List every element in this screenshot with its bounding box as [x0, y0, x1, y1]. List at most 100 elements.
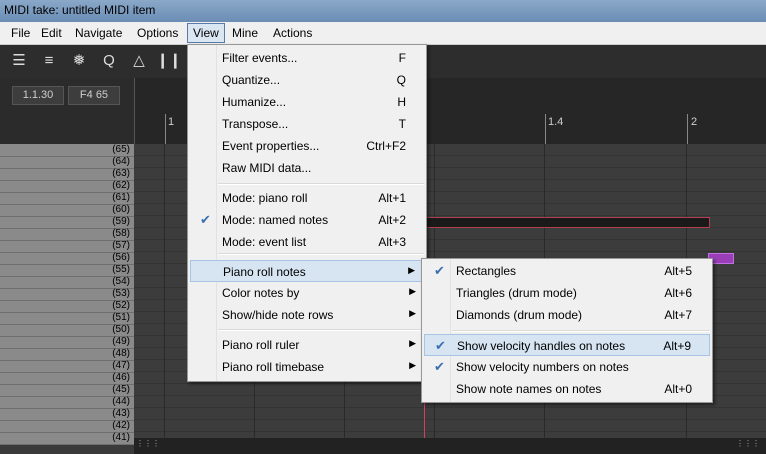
- submenu-arrow-icon: ▶: [409, 286, 416, 296]
- keyboard-row-label: (45): [112, 384, 130, 395]
- view-menu-item[interactable]: Quantize... Q: [190, 69, 424, 91]
- menu-view[interactable]: View: [187, 23, 225, 43]
- submenu-arrow-icon: ▶: [409, 338, 416, 348]
- view-menu-item-label: Piano roll ruler: [222, 338, 300, 352]
- view-menu-item[interactable]: ✔ Mode: named notes Alt+2: [190, 209, 424, 231]
- notes-submenu-item[interactable]: Show note names on notes Alt+0: [424, 378, 710, 400]
- view-menu-item[interactable]: Piano roll timebase ▶: [190, 356, 424, 378]
- notes-submenu-item[interactable]: Diamonds (drum mode) Alt+7: [424, 304, 710, 326]
- scroll-grip-icon[interactable]: ⋮⋮⋮: [736, 440, 760, 448]
- view-menu-item-shortcut: T: [398, 117, 406, 131]
- keyboard-row-label: (44): [112, 396, 130, 407]
- view-menu-item[interactable]: Mode: piano roll Alt+1: [190, 187, 424, 209]
- keyboard-row-label: (58): [112, 228, 130, 239]
- scroll-grip-icon[interactable]: ⋮⋮⋮: [136, 440, 160, 448]
- keyboard-row-label: (55): [112, 264, 130, 275]
- keyboard-row-label: (49): [112, 336, 130, 347]
- notes-submenu-item-shortcut: Alt+9: [663, 339, 691, 353]
- menu-edit[interactable]: Edit: [36, 24, 67, 42]
- menu-separator: [218, 329, 424, 331]
- view-menu-item[interactable]: Transpose... T: [190, 113, 424, 135]
- menu-bar: File Edit Navigate Options View Mine Act…: [0, 22, 766, 45]
- ruler-mark: 1.4: [548, 116, 564, 128]
- view-menu-item-shortcut: F: [398, 51, 406, 65]
- notes-submenu-item-label: Show note names on notes: [456, 382, 602, 396]
- notes-submenu-item-label: Show velocity handles on notes: [457, 339, 626, 353]
- position-display: 1.1.30: [12, 86, 64, 105]
- keyboard-row-label: (43): [112, 408, 130, 419]
- notes-submenu-item[interactable]: ✔ Show velocity handles on notes Alt+9: [424, 334, 710, 356]
- title-bar: MIDI take: untitled MIDI item: [0, 0, 766, 22]
- checkmark-icon: ✔: [200, 212, 211, 227]
- notes-submenu-item[interactable]: ✔ Show velocity numbers on notes: [424, 356, 710, 378]
- checkmark-icon: ✔: [434, 359, 445, 374]
- view-menu-item[interactable]: Mode: event list Alt+3: [190, 231, 424, 253]
- keyboard-row-label: (51): [112, 312, 130, 323]
- view-menu-item-shortcut: Q: [396, 73, 406, 87]
- keyboard-row-label: (54): [112, 276, 130, 287]
- notes-submenu-item-label: Triangles (drum mode): [456, 286, 577, 300]
- menu-navigate[interactable]: Navigate: [70, 24, 127, 42]
- ruler-tick: [165, 114, 166, 144]
- menu-mine[interactable]: Mine: [227, 24, 263, 42]
- align-icon[interactable]: ≡: [36, 49, 62, 73]
- view-menu-item-label: Filter events...: [222, 51, 298, 65]
- dice-icon[interactable]: ❅: [66, 49, 92, 73]
- view-menu-item-label: Show/hide note rows: [222, 308, 334, 322]
- keyboard-row-label: (64): [112, 156, 130, 167]
- triangle-icon[interactable]: △: [126, 49, 152, 73]
- view-menu-item-label: Raw MIDI data...: [222, 161, 312, 175]
- view-menu-item[interactable]: Event properties... Ctrl+F2: [190, 135, 424, 157]
- view-menu-item[interactable]: Piano roll ruler ▶: [190, 334, 424, 356]
- menu-file[interactable]: File: [6, 24, 35, 42]
- view-menu-item[interactable]: Raw MIDI data...: [190, 157, 424, 179]
- view-menu-item[interactable]: Piano roll notes ▶: [190, 260, 424, 282]
- notes-submenu-item-label: Show velocity numbers on notes: [456, 360, 629, 374]
- view-menu-item-label: Quantize...: [222, 73, 281, 87]
- view-menu-item-label: Mode: event list: [222, 235, 307, 249]
- checkmark-icon: ✔: [435, 338, 446, 353]
- view-menu-item-label: Mode: named notes: [222, 213, 329, 227]
- notes-submenu-item-shortcut: Alt+0: [664, 382, 692, 396]
- keyboard-row-label: (57): [112, 240, 130, 251]
- piano-keyboard[interactable]: (65) (64) (63) (62) (61) (60) (59) (58) (57) (56)…: [0, 144, 134, 445]
- view-menu-item[interactable]: Humanize... H: [190, 91, 424, 113]
- menu-options[interactable]: Options: [132, 24, 183, 42]
- ruler-mark: 2: [691, 116, 698, 128]
- notes-submenu-item-shortcut: Alt+5: [664, 264, 692, 278]
- keyboard-row-label: (46): [112, 372, 130, 383]
- keyboard-row-label: (65): [112, 144, 130, 155]
- notes-submenu-item[interactable]: Triangles (drum mode) Alt+6: [424, 282, 710, 304]
- menu-separator: [218, 253, 424, 255]
- keyboard-row-label: (47): [112, 360, 130, 371]
- horizontal-scrollbar[interactable]: ⋮⋮⋮ ⋮⋮⋮: [134, 438, 766, 454]
- keyboard-row-label: (42): [112, 420, 130, 431]
- view-menu-item-label: Color notes by: [222, 286, 300, 300]
- view-menu-item-shortcut: Alt+1: [378, 191, 406, 205]
- menu-actions[interactable]: Actions: [268, 24, 317, 42]
- keyboard-row[interactable]: (41): [0, 432, 134, 445]
- keyboard-row-label: (50): [112, 324, 130, 335]
- keyboard-row-label: (53): [112, 288, 130, 299]
- note-display: F4 65: [68, 86, 120, 105]
- keyboard-row-label: (62): [112, 180, 130, 191]
- view-menu-item[interactable]: Filter events... F: [190, 47, 424, 69]
- keyboard-row-label: (41): [112, 432, 130, 443]
- ruler-mark: 1: [168, 116, 175, 128]
- quantize-icon[interactable]: Q: [96, 49, 122, 73]
- keyboard-row-label: (56): [112, 252, 130, 263]
- keyboard-row-label: (61): [112, 192, 130, 203]
- list-view-icon[interactable]: ☰: [6, 49, 32, 73]
- bars-icon[interactable]: ❙❙: [156, 49, 182, 73]
- notes-submenu-item[interactable]: ✔ Rectangles Alt+5: [424, 260, 710, 282]
- ruler-tick: [687, 114, 688, 144]
- notes-submenu-item-shortcut: Alt+6: [664, 286, 692, 300]
- ruler-tick: [545, 114, 546, 144]
- view-menu-item-label: Mode: piano roll: [222, 191, 308, 205]
- view-menu-item-label: Humanize...: [222, 95, 287, 109]
- submenu-arrow-icon: ▶: [409, 308, 416, 318]
- midi-note[interactable]: [422, 217, 710, 228]
- view-menu-item[interactable]: Show/hide note rows ▶: [190, 304, 424, 326]
- view-menu-item[interactable]: Color notes by ▶: [190, 282, 424, 304]
- view-menu-item-shortcut: Ctrl+F2: [366, 139, 406, 153]
